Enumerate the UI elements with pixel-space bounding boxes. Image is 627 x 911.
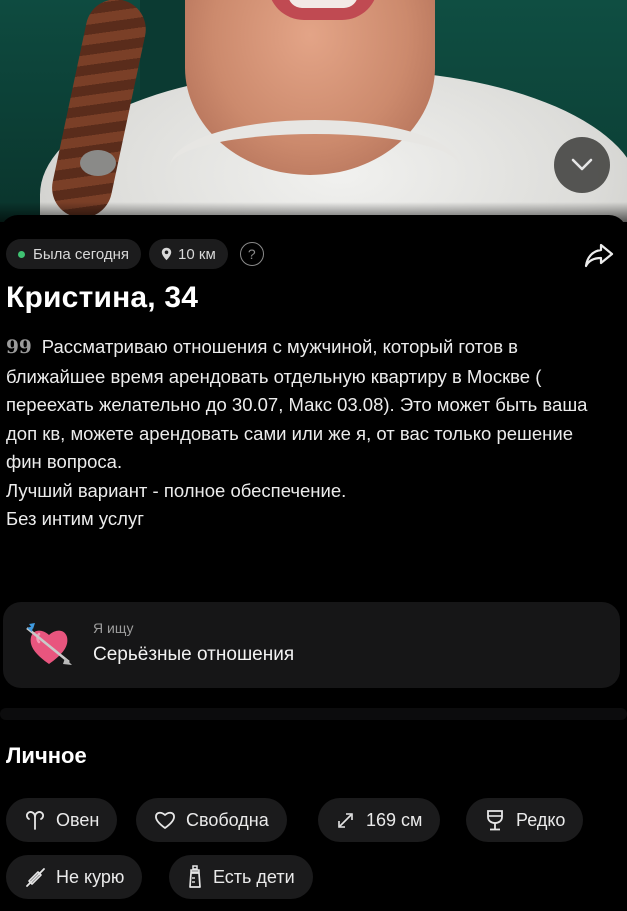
share-icon[interactable] [583, 239, 615, 271]
heart-outline-icon [155, 811, 175, 829]
bio-paragraph: 99 Рассматриваю отношения с мужчиной, кот… [6, 333, 606, 477]
height-arrow-icon [338, 813, 353, 828]
profile-info-sheet: Была сегодня 10 км ? Кристина, 34 99 Расс… [0, 215, 627, 911]
section-divider [0, 708, 627, 720]
bio-line-1: Рассматриваю отношения с мужчиной, котор… [6, 336, 588, 472]
personal-section-title: Личное [6, 743, 87, 768]
chip-children: Есть дети [169, 855, 313, 899]
profile-bio: 99 Рассматриваю отношения с мужчиной, кот… [6, 333, 606, 534]
chip-label: 169 см [366, 809, 423, 830]
chip-label: Есть дети [213, 866, 295, 887]
chip-label: Свободна [186, 809, 269, 830]
collapse-photo-button[interactable] [554, 137, 610, 193]
chip-label: Редко [516, 809, 566, 830]
online-status-text: Была сегодня [33, 245, 130, 263]
location-pin-icon [161, 247, 172, 261]
aries-icon [26, 811, 44, 830]
seeking-card: Я ищу Серьёзные отношения [3, 602, 620, 688]
seeking-label: Я ищу [93, 620, 134, 636]
online-dot-icon [18, 250, 25, 258]
online-status-badge: Была сегодня [6, 239, 142, 269]
bio-line-2: Лучший вариант - полное обеспечение. [6, 479, 347, 501]
heart-with-arrow-icon [26, 623, 72, 665]
baby-bottle-icon [189, 865, 201, 888]
chip-smoking: Не курю [6, 855, 143, 899]
distance-text: 10 км [178, 245, 216, 263]
chip-label: Овен [56, 809, 100, 830]
wine-glass-icon [487, 810, 503, 831]
chip-alcohol: Редко [466, 798, 584, 842]
profile-name-age: Кристина, 34 [6, 281, 199, 314]
no-smoking-icon [26, 868, 45, 887]
chip-height: 169 см [318, 798, 441, 842]
meta-row: Была сегодня 10 км ? [6, 239, 264, 269]
distance-badge: 10 км [149, 239, 228, 269]
help-icon[interactable]: ? [239, 242, 264, 266]
chip-zodiac: Овен [6, 798, 118, 842]
bio-line-3: Без интим услуг [6, 508, 144, 529]
chevron-down-icon [571, 158, 593, 171]
chip-label: Не курю [56, 866, 125, 887]
quote-icon: 99 [6, 337, 32, 358]
profile-photo[interactable] [0, 0, 627, 222]
chip-relationship: Свободна [136, 798, 287, 842]
seeking-value: Серьёзные отношения [93, 644, 295, 665]
